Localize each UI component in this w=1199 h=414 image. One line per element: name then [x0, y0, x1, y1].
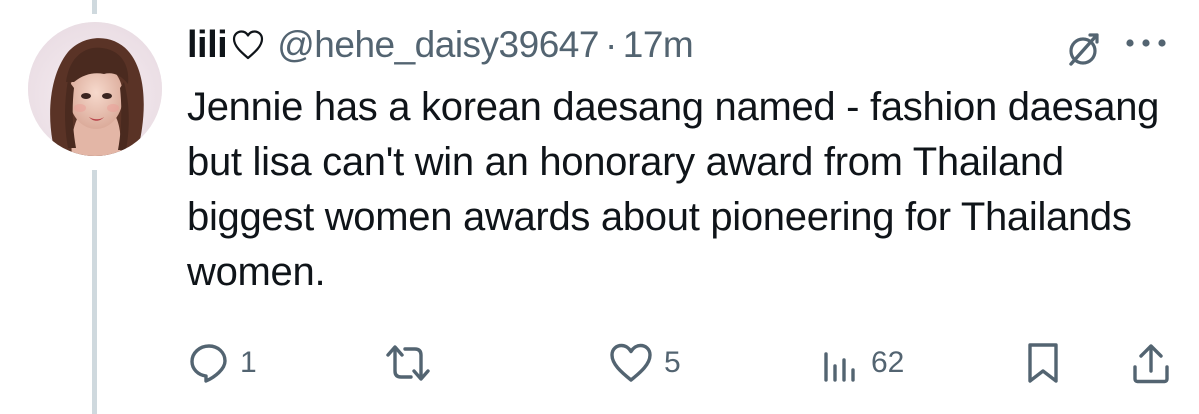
avatar-image [28, 22, 162, 156]
heart-outline-icon [231, 29, 265, 61]
reply-button[interactable]: 1 [188, 335, 257, 391]
user-handle[interactable]: @hehe_daisy39647 [277, 24, 599, 66]
bookmark-icon [1023, 341, 1063, 385]
tweet-header: lili @hehe_daisy39647 · 17m [187, 20, 694, 70]
thread-line [92, 170, 97, 414]
tweet-top-icons [1060, 26, 1106, 72]
share-button[interactable] [1130, 335, 1172, 391]
bookmark-button[interactable] [1023, 335, 1063, 391]
timestamp[interactable]: 17m [623, 24, 694, 66]
views-icon [821, 342, 861, 384]
tweet-actions: 1 5 62 [188, 335, 1178, 391]
heart-icon [608, 342, 654, 384]
grok-icon[interactable] [1060, 26, 1106, 72]
like-count: 5 [664, 346, 681, 379]
views-count: 62 [871, 346, 905, 379]
retweet-button[interactable] [383, 335, 443, 391]
share-icon [1130, 341, 1172, 385]
reply-count: 1 [240, 346, 257, 379]
thread-line-top [92, 0, 97, 14]
views-button[interactable]: 62 [821, 335, 904, 391]
retweet-icon [383, 342, 433, 384]
tweet-text: Jennie has a korean daesang named - fash… [187, 85, 1160, 294]
more-options-icon[interactable] [1116, 28, 1176, 58]
avatar[interactable] [28, 22, 162, 156]
separator-dot: · [604, 24, 617, 65]
reply-icon [188, 342, 230, 384]
display-name[interactable]: lili [187, 24, 228, 67]
like-button[interactable]: 5 [608, 335, 681, 391]
